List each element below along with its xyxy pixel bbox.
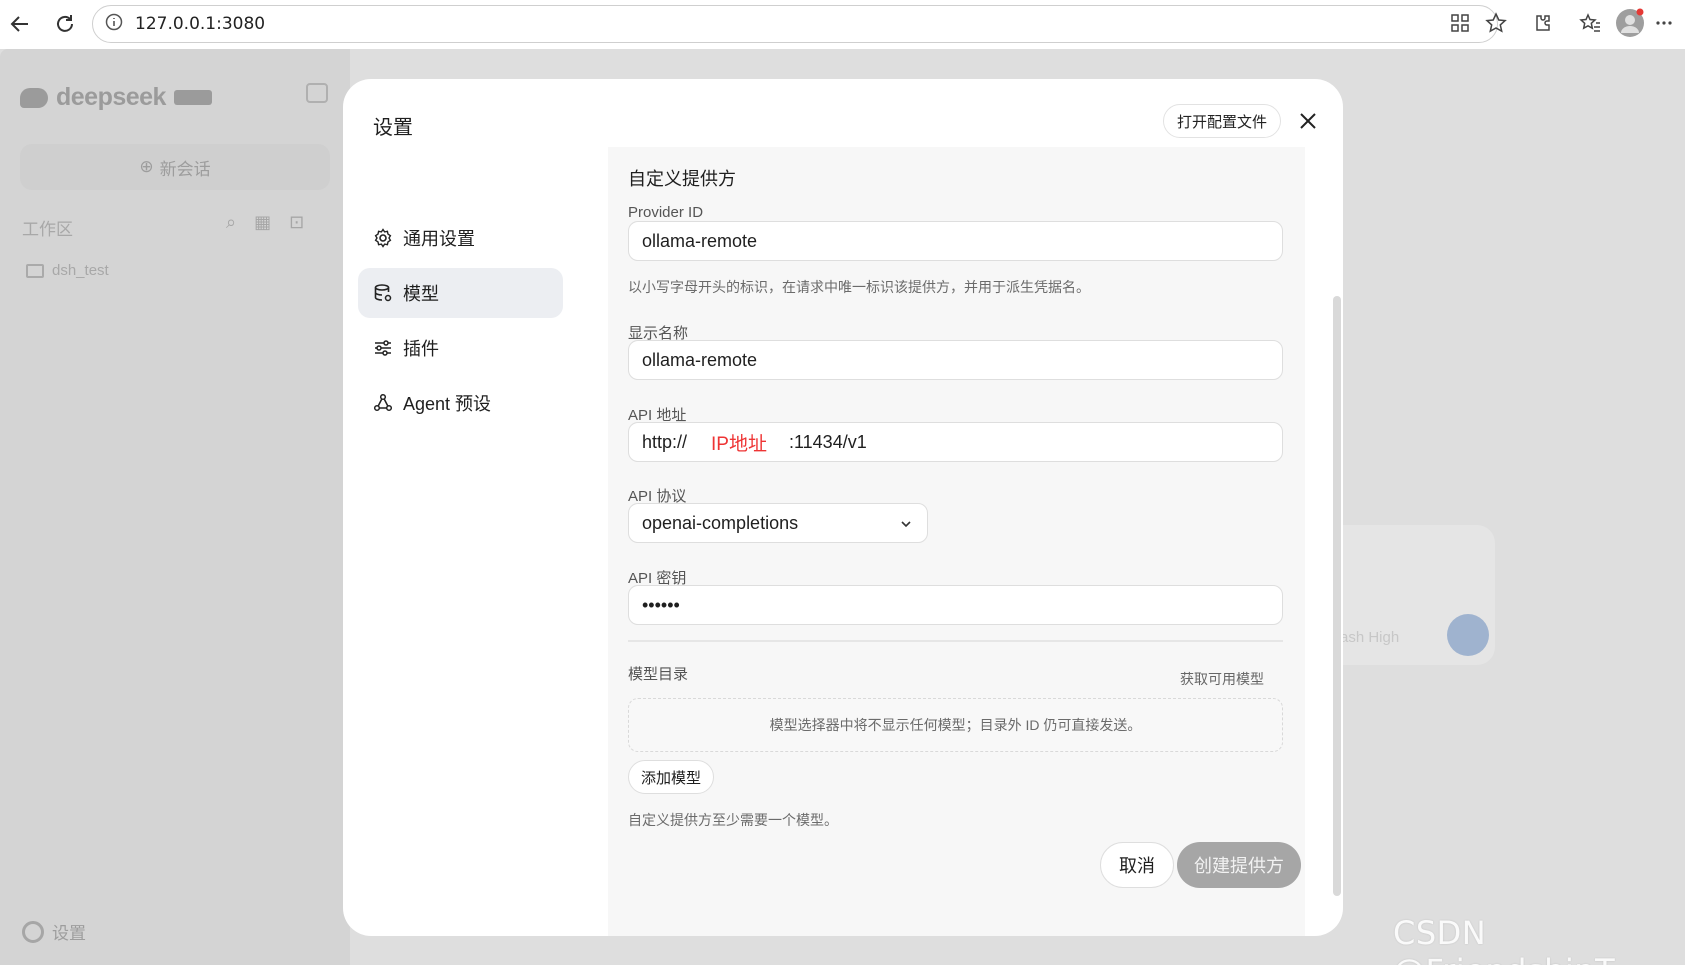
- reload-icon[interactable]: [50, 9, 80, 39]
- send-button[interactable]: [1447, 614, 1489, 656]
- apps-icon[interactable]: [1447, 10, 1473, 36]
- provider-form: 自定义提供方 Provider ID ollama-remote 以小写字母开头…: [608, 147, 1305, 936]
- layout-icon[interactable]: ▦: [254, 212, 271, 233]
- sliders-icon: [373, 338, 393, 358]
- watermark: CSDN @FriendshipT: [1393, 914, 1615, 965]
- scrollbar[interactable]: [1333, 296, 1341, 896]
- profile-avatar[interactable]: [1615, 8, 1645, 38]
- api-key-input[interactable]: ••••••: [628, 585, 1283, 625]
- workspace-label: 工作区: [22, 220, 73, 239]
- app-sidebar: deepseek ⊕ 新会话 工作区 ⌕ ▦ ⊡ dsh_test 设置: [0, 49, 350, 965]
- folder-item[interactable]: dsh_test: [26, 262, 109, 279]
- model-catalog-label: 模型目录: [628, 666, 689, 683]
- display-name-input[interactable]: ollama-remote: [628, 340, 1283, 380]
- sidebar-collapse-icon[interactable]: [306, 83, 328, 103]
- create-provider-button[interactable]: 创建提供方: [1177, 842, 1301, 888]
- search-icon[interactable]: ⌕: [226, 212, 236, 233]
- gear-icon: [373, 228, 393, 248]
- menu-item-plugins[interactable]: 插件: [358, 323, 563, 373]
- url-text: 127.0.0.1:3080: [135, 14, 266, 34]
- section-title: 自定义提供方: [628, 169, 736, 189]
- provider-id-label: Provider ID: [628, 204, 704, 221]
- model-selector[interactable]: ash High: [1340, 629, 1399, 646]
- settings-modal: 设置 打开配置文件 通用设置 模型 插件 Agent 预设 自定义提供方 Pro…: [343, 79, 1343, 936]
- catalog-help: 自定义提供方至少需要一个模型。: [628, 812, 838, 828]
- new-folder-icon[interactable]: ⊡: [289, 212, 304, 233]
- address-bar[interactable]: 127.0.0.1:3080: [92, 5, 1498, 43]
- divider: [628, 640, 1283, 642]
- app-logo: deepseek: [20, 83, 213, 112]
- favorites-icon[interactable]: [1577, 10, 1603, 36]
- close-icon[interactable]: [1294, 107, 1322, 135]
- cancel-button[interactable]: 取消: [1100, 842, 1174, 888]
- provider-id-input[interactable]: ollama-remote: [628, 221, 1283, 261]
- version-badge: [173, 90, 213, 105]
- empty-catalog-message: 模型选择器中将不显示任何模型；目录外 ID 仍可直接发送。: [628, 698, 1283, 752]
- api-protocol-select[interactable]: openai-completions: [628, 503, 928, 543]
- modal-title: 设置: [373, 117, 413, 139]
- plus-circle-icon: ⊕: [139, 157, 154, 176]
- bottom-settings-button[interactable]: 设置: [22, 919, 86, 944]
- site-info-icon[interactable]: [105, 13, 123, 36]
- folder-icon: [26, 263, 44, 278]
- new-chat-button[interactable]: ⊕ 新会话: [20, 144, 330, 190]
- browser-toolbar: 127.0.0.1:3080: [0, 0, 1685, 49]
- open-config-button[interactable]: 打开配置文件: [1163, 104, 1282, 138]
- agent-icon: [373, 393, 393, 413]
- menu-item-agent-presets[interactable]: Agent 预设: [358, 378, 563, 428]
- extensions-icon[interactable]: [1529, 10, 1555, 36]
- menu-item-general[interactable]: 通用设置: [358, 213, 563, 263]
- gear-icon: [22, 920, 44, 943]
- more-menu-icon[interactable]: [1651, 10, 1677, 36]
- database-icon: [373, 283, 393, 303]
- scrollbar-thumb[interactable]: [1333, 296, 1341, 896]
- add-model-button[interactable]: 添加模型: [628, 760, 715, 794]
- ip-annotation: IP地址: [711, 433, 767, 455]
- back-icon[interactable]: [5, 9, 35, 39]
- settings-menu: 通用设置 模型 插件 Agent 预设: [358, 213, 563, 433]
- star-icon[interactable]: [1483, 10, 1509, 36]
- menu-item-models[interactable]: 模型: [358, 268, 563, 318]
- provider-id-help: 以小写字母开头的标识，在请求中唯一标识该提供方，并用于派生凭据名。: [628, 279, 1090, 295]
- fetch-models-button[interactable]: 获取可用模型: [1180, 669, 1264, 689]
- api-address-input[interactable]: http:// IP地址 :11434/v1: [628, 422, 1283, 462]
- whale-logo-icon: [20, 87, 48, 108]
- chevron-down-icon: [899, 515, 913, 536]
